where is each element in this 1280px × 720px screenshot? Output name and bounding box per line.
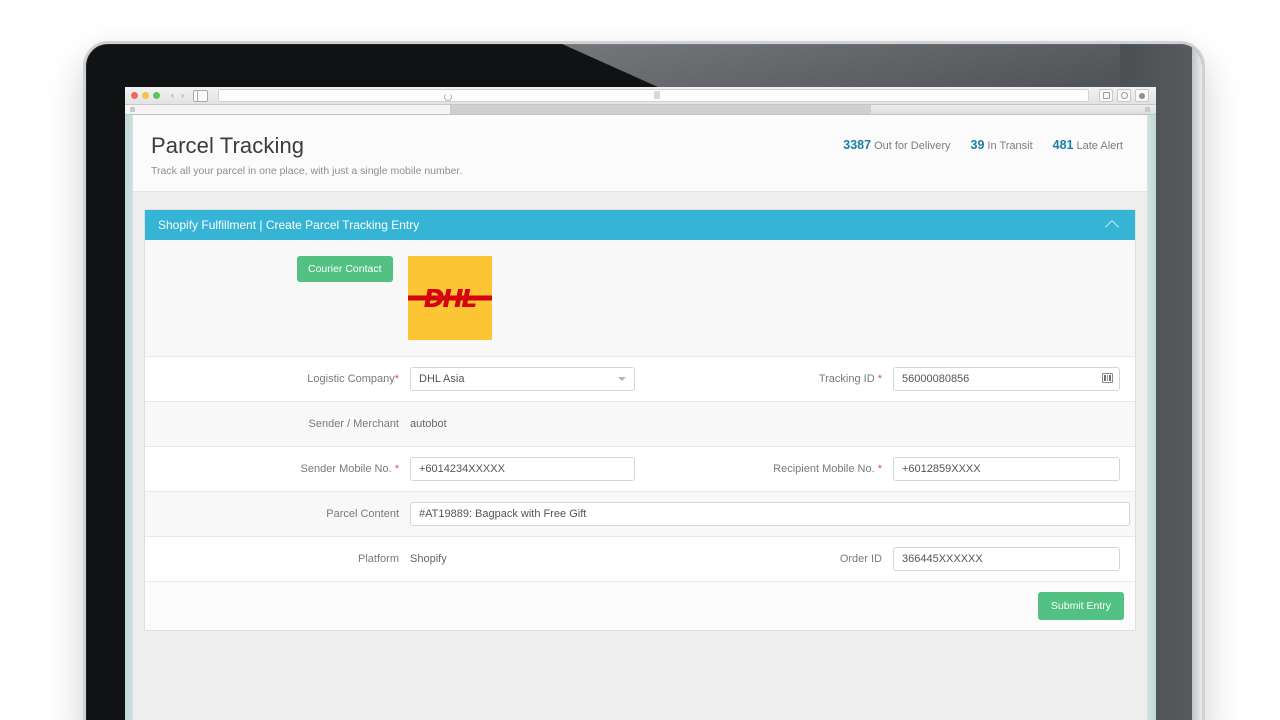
field-platform: Platform Shopify <box>145 553 640 565</box>
bookmark-tab-2[interactable] <box>451 105 871 114</box>
row-sender-merchant: Sender / Merchant autobot <box>145 402 1135 447</box>
dhl-logo: DHL <box>407 256 492 340</box>
barcode-icon[interactable] <box>1102 373 1113 383</box>
nav-buttons[interactable]: ‹ › <box>171 91 184 100</box>
recipient-mobile-label: Recipient Mobile No. * <box>773 463 882 475</box>
forward-icon[interactable]: › <box>181 91 184 100</box>
bookmark-overflow-icon[interactable] <box>1145 107 1150 112</box>
laptop-screen: ‹ › Parcel Tracking Track all your parce… <box>125 87 1156 720</box>
row-logistic-tracking: Logistic Company* Tracking ID * <box>145 357 1135 402</box>
back-icon[interactable]: ‹ <box>171 91 174 100</box>
courier-contact-button[interactable]: Courier Contact <box>297 256 393 282</box>
sender-mobile-input[interactable] <box>410 457 635 481</box>
stat-label: In Transit <box>987 140 1033 152</box>
page-subtitle: Track all your parcel in one place, with… <box>151 165 463 177</box>
toolbar-actions[interactable] <box>1099 89 1149 102</box>
stat-out-for-delivery[interactable]: 3387 Out for Delivery <box>843 138 950 152</box>
recipient-mobile-input[interactable] <box>893 457 1120 481</box>
sidebar-toggle-icon[interactable] <box>193 89 208 102</box>
window-controls[interactable] <box>131 92 160 99</box>
stats-summary: 3387 Out for Delivery 39 In Transit 481 Lat… <box>843 133 1123 152</box>
bookmark-bar <box>125 105 1156 115</box>
order-id-input[interactable] <box>893 547 1120 571</box>
parcel-content-input[interactable] <box>410 502 1130 526</box>
row-mobile-numbers: Sender Mobile No. * Recipient Mobile No.… <box>145 447 1135 492</box>
close-window-icon[interactable] <box>131 92 138 99</box>
card-header[interactable]: Shopify Fulfillment | Create Parcel Trac… <box>145 210 1135 240</box>
field-sender-merchant: Sender / Merchant autobot <box>145 418 640 430</box>
page-icon <box>653 91 660 99</box>
row-platform-order: Platform Shopify Order ID <box>145 537 1135 582</box>
app-page: Parcel Tracking Track all your parcel in… <box>133 115 1147 720</box>
stat-late-alert[interactable]: 481 Late Alert <box>1053 138 1123 152</box>
logistic-company-label: Logistic Company* <box>307 373 399 385</box>
page-title: Parcel Tracking <box>151 133 305 158</box>
card-footer: Submit Entry <box>145 582 1135 630</box>
parcel-content-label: Parcel Content <box>326 508 399 520</box>
row-parcel-content: Parcel Content <box>145 492 1135 537</box>
right-accent-rail <box>1147 115 1156 720</box>
order-id-label: Order ID <box>839 553 882 565</box>
logistic-company-select[interactable] <box>410 367 635 391</box>
tracking-id-input-wrap <box>893 367 1120 391</box>
bookmark-icon <box>130 107 135 112</box>
left-accent-rail <box>125 115 133 720</box>
page-header: Parcel Tracking Track all your parcel in… <box>133 115 1147 192</box>
sender-merchant-label: Sender / Merchant <box>308 418 400 430</box>
minimize-window-icon[interactable] <box>142 92 149 99</box>
gear-icon[interactable] <box>1135 89 1149 102</box>
tracking-id-label: Tracking ID * <box>818 373 882 385</box>
platform-label: Platform <box>358 553 399 565</box>
card-title: Shopify Fulfillment | Create Parcel Trac… <box>158 218 420 232</box>
chevron-up-icon[interactable] <box>1104 219 1120 234</box>
dhl-wordmark: DHL <box>423 283 478 313</box>
sender-merchant-value: autobot <box>410 418 447 430</box>
stat-label: Late Alert <box>1076 140 1123 152</box>
field-recipient-mobile: Recipient Mobile No. * <box>640 457 1135 481</box>
field-order-id: Order ID <box>640 547 1135 571</box>
bezel-outer-edge <box>1192 44 1202 720</box>
browser-toolbar: ‹ › <box>125 87 1156 105</box>
platform-value: Shopify <box>410 553 447 565</box>
page-viewport: Parcel Tracking Track all your parcel in… <box>125 115 1156 720</box>
logistic-company-select-wrap <box>410 367 635 391</box>
stat-value: 481 <box>1052 138 1074 152</box>
stat-label: Out for Delivery <box>874 140 951 152</box>
bookmark-tab-1[interactable] <box>125 105 451 114</box>
stat-value: 3387 <box>843 138 872 152</box>
field-tracking-id: Tracking ID * <box>640 367 1135 391</box>
field-logistic-company: Logistic Company* <box>145 367 640 391</box>
address-bar[interactable] <box>218 89 1089 102</box>
history-icon[interactable] <box>1117 89 1131 102</box>
share-icon[interactable] <box>1099 89 1113 102</box>
page-heading-group: Parcel Tracking Track all your parcel in… <box>151 133 462 177</box>
reload-icon[interactable] <box>443 93 452 101</box>
sender-mobile-label: Sender Mobile No. * <box>300 463 399 475</box>
courier-row: Courier Contact DHL <box>145 240 1135 357</box>
stat-in-transit[interactable]: 39 In Transit <box>971 138 1033 152</box>
submit-entry-button[interactable]: Submit Entry <box>1037 592 1124 620</box>
screenshot-stage: ‹ › Parcel Tracking Track all your parce… <box>0 0 1280 720</box>
zoom-window-icon[interactable] <box>153 92 160 99</box>
field-sender-mobile: Sender Mobile No. * <box>145 457 640 481</box>
tracking-id-input[interactable] <box>893 367 1120 391</box>
parcel-entry-card: Shopify Fulfillment | Create Parcel Trac… <box>144 209 1136 631</box>
laptop-device: ‹ › Parcel Tracking Track all your parce… <box>86 44 1202 720</box>
stat-value: 39 <box>970 138 985 152</box>
